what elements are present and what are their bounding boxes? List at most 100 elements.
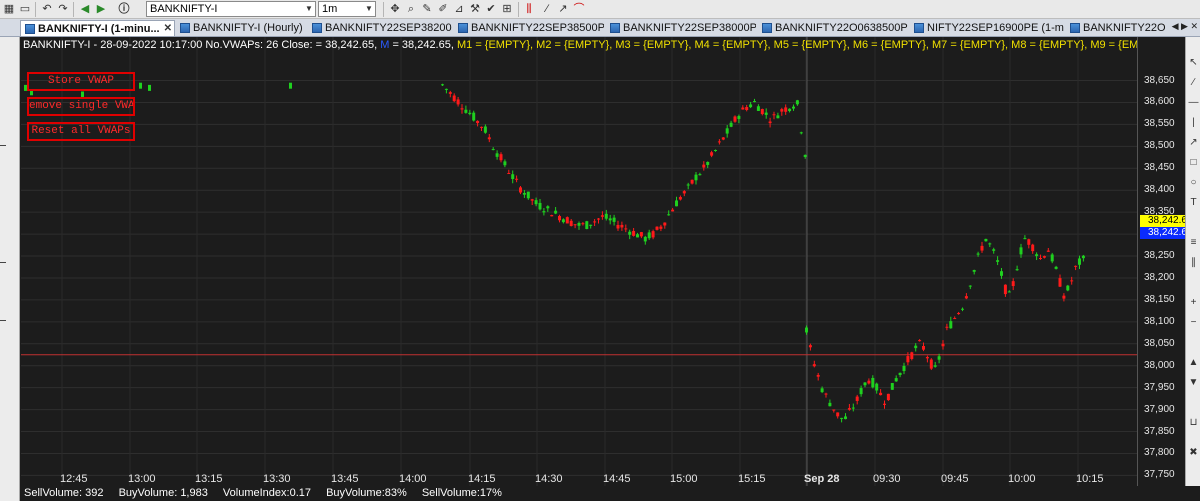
status-bar: SellVolume: 392 BuyVolume: 1,983 VolumeI… [21,486,1200,501]
redo-icon[interactable]: ↷ [56,2,70,16]
trash-icon[interactable]: ✖ [1188,447,1199,458]
chart-icon [312,23,322,33]
tab-label: BANKNIFTY22SEP38500PE (... [471,22,604,34]
candle-body [1062,295,1066,299]
line-icon[interactable]: ∕ [1188,77,1199,88]
tab-banknifty-38200ce[interactable]: BANKNIFTY22SEP38200CE (... [308,20,452,36]
chevron-down-icon: ▼ [365,4,373,13]
bar-chart-icon[interactable]: ⫼ [522,2,536,16]
symbol-select[interactable]: BANKNIFTY-I ▼ [146,1,316,17]
candle-body [441,84,444,86]
candle-body [1070,280,1074,282]
candle-body [526,191,530,199]
magnet-icon[interactable]: ⊔ [1188,417,1199,428]
candle-body [448,92,452,94]
candle-body [468,112,472,115]
circle-icon[interactable]: ○ [1188,177,1199,188]
candle-body [886,393,890,401]
check-icon[interactable]: ✔ [484,2,498,16]
strip-marker [0,320,6,321]
candle-body [805,327,808,333]
back-icon[interactable]: ◀ [78,2,92,16]
tab-banknifty-o[interactable]: BANKNIFTY22O [1066,20,1172,36]
undo-icon[interactable]: ↶ [40,2,54,16]
candle-body [628,231,632,235]
tab-scroll-arrows[interactable]: ◀ ▶ ✕ [1172,21,1198,32]
candle-body [1039,258,1042,260]
crosshair-icon[interactable]: ✥ [388,2,402,16]
fibonacci-icon[interactable]: ≡ [1188,237,1199,248]
hline-icon[interactable]: — [1188,97,1199,108]
candle-body [996,260,1000,262]
candle-body [729,122,733,127]
chevron-down-icon: ▼ [305,4,313,13]
toolbar-separator [73,2,74,17]
candle-body [659,226,663,229]
candle-body [487,137,491,140]
candle-body [472,112,476,121]
tab-banknifty-38000pe[interactable]: BANKNIFTY22SEP38000PE (... [606,20,756,36]
candle-body [968,285,972,287]
tab-nifty-16900pe[interactable]: NIFTY22SEP16900PE (1-min... [910,20,1064,36]
candle-body [616,224,620,229]
pen-icon[interactable]: ✎ [420,2,434,16]
candle-body [589,224,593,226]
candle-body [941,343,945,347]
layout-icon[interactable]: ▦ [2,2,16,16]
time-tick-label: 09:30 [873,473,901,485]
tab-banknifty-o0638500pe[interactable]: BANKNIFTY22O0638500PE ... [758,20,908,36]
time-axis[interactable]: 12:45 13:00 13:15 13:30 13:45 14:00 14:15 14:30… [21,472,1137,486]
info-icon[interactable]: ⓘ [117,2,131,16]
candle-body [725,128,729,134]
reset-all-vwaps-button[interactable]: Reset all VWAPs [27,122,135,141]
price-axis[interactable]: 38,650 38,600 38,550 38,500 38,450 38,400 38,3… [1137,37,1187,501]
grid-icon[interactable]: ⊞ [500,2,514,16]
remove-single-vwap-button[interactable]: emove single VWA [27,97,135,116]
candlestick-chart-svg [21,37,1137,486]
candle-body [760,109,764,115]
channel-icon[interactable]: ∥ [1188,257,1199,268]
ruler-icon[interactable]: ⊿ [452,2,466,16]
close-icon[interactable]: ✕ [164,21,172,36]
zoom-out-icon[interactable]: − [1188,317,1199,328]
tab-banknifty-hourly[interactable]: BANKNIFTY-I (Hourly) [176,20,306,36]
tab-label: BANKNIFTY22SEP38200CE (... [325,22,452,34]
window-icon[interactable]: ▭ [18,2,32,16]
cursor-icon[interactable]: ↖ [1188,57,1199,68]
draw-icon[interactable]: ✐ [436,2,450,16]
tab-label: BANKNIFTY-I (Hourly) [193,22,303,34]
curve-icon[interactable]: ⌒ [572,2,586,16]
candle-body [988,243,992,245]
candle-body [717,141,721,143]
arrow-down-icon[interactable]: ▼ [1188,377,1199,388]
text-icon[interactable]: T [1188,197,1199,208]
arrow-up-icon[interactable]: ▲ [1188,357,1199,368]
candle-body [710,152,714,156]
candle-body [495,153,499,157]
pointer-icon[interactable]: ↗ [556,2,570,16]
price-tick-label: 38,050 [1144,337,1175,349]
forward-icon[interactable]: ▶ [94,2,108,16]
line-tool-icon[interactable]: ∕ [540,2,554,16]
candle-body [1003,284,1007,295]
zoom-in-icon[interactable]: + [1188,297,1199,308]
candle-body [937,356,941,360]
ray-icon[interactable]: ↗ [1188,137,1199,148]
tab-banknifty-38500pe[interactable]: BANKNIFTY22SEP38500PE (... [454,20,604,36]
candle-body [1058,278,1062,287]
price-tick-label: 38,600 [1144,96,1175,108]
store-vwap-button[interactable]: Store VWAP [27,72,135,91]
candle-body [1023,238,1027,240]
tools-icon[interactable]: ⚒ [468,2,482,16]
candle-body [702,164,706,168]
rectangle-icon[interactable]: □ [1188,157,1199,168]
vline-icon[interactable]: | [1188,117,1199,128]
tab-banknifty-1min[interactable]: BANKNIFTY-I (1-minu... ✕ [20,20,175,36]
interval-select[interactable]: 1m ▼ [318,1,376,17]
chart-title-prefix: BANKNIFTY-I - 28-09-2022 10:17:00 No.VWA… [23,39,378,51]
price-tick-label: 37,800 [1144,447,1175,459]
candle-body [1042,256,1046,258]
candle-body [612,217,616,222]
price-chart[interactable]: BANKNIFTY-I - 28-09-2022 10:17:00 No.VWA… [21,37,1137,486]
zoom-icon[interactable]: ⌕ [404,2,418,16]
